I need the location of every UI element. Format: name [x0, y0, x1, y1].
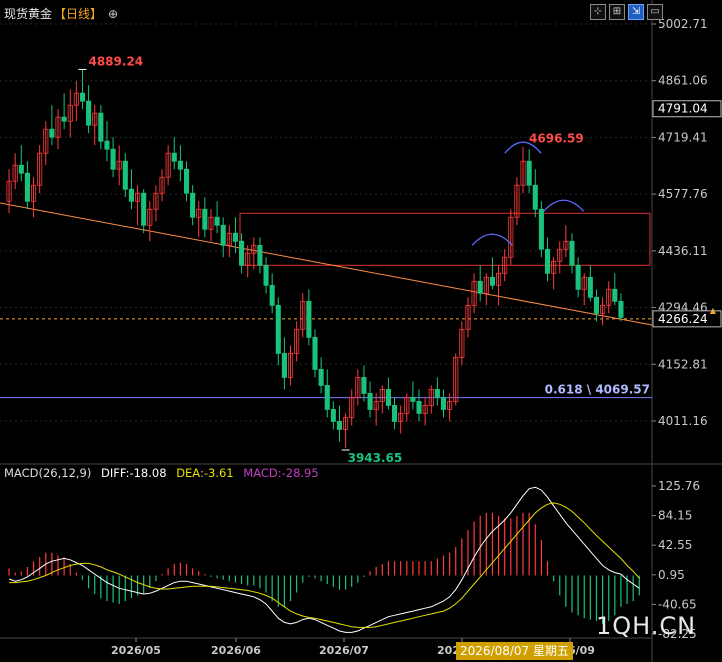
- chart-title-bar: 现货黄金 【日线】 ⊕: [4, 5, 118, 22]
- candle-body: [361, 376, 367, 394]
- macd-dea-value: DEA:-3.61: [176, 466, 234, 480]
- zoom-icon[interactable]: ⊕: [108, 7, 118, 21]
- time-tick-label: 2026/05: [111, 644, 161, 657]
- price-tick-label: 4011.16: [658, 414, 708, 428]
- candle-body: [202, 208, 208, 230]
- low-label: 3943.65: [348, 451, 403, 465]
- period-label[interactable]: 【日线】: [54, 5, 102, 22]
- marker-price-label: 4791.04: [658, 102, 708, 116]
- price-tick-label: 4152.81: [658, 357, 708, 371]
- candle-body: [141, 192, 147, 226]
- last-price-label: 4266.24: [658, 312, 708, 326]
- trendline: [0, 202, 653, 326]
- candle-body: [489, 276, 495, 286]
- macd-diff-value: DIFF:-18.08: [101, 466, 167, 480]
- candle-body: [190, 192, 196, 218]
- candle-body: [306, 300, 312, 338]
- macd-diff-line: [8, 486, 640, 633]
- last-price-arrow: ▲: [710, 306, 717, 315]
- candle-body: [18, 164, 24, 174]
- macd-tick-label: 42.55: [658, 538, 692, 552]
- candle-body: [171, 152, 177, 162]
- high-2-label: 4696.59: [529, 132, 584, 146]
- candle-body: [532, 184, 538, 210]
- price-tick-label: 5002.71: [658, 17, 708, 31]
- candle-body: [79, 92, 86, 102]
- pattern-arc: [471, 233, 513, 246]
- candle-body: [538, 208, 544, 250]
- candle-body: [392, 405, 398, 422]
- candle-body: [257, 244, 263, 266]
- candle-body: [104, 140, 110, 150]
- candle-body: [24, 172, 30, 202]
- macd-dea-line: [9, 502, 640, 628]
- watermark: 1QH.CN: [596, 612, 697, 640]
- macd-params: MACD(26,12,9): [4, 466, 92, 480]
- macd-tick-label: 84.15: [658, 509, 692, 523]
- candle-body: [220, 224, 226, 246]
- candle-body: [269, 284, 275, 306]
- macd-legend: MACD(26,12,9) DIFF:-18.08 DEA:-3.61 MACD…: [4, 466, 325, 480]
- pattern-arc: [543, 199, 585, 212]
- candle-body: [318, 368, 324, 386]
- candle-body: [544, 248, 551, 274]
- chart-toolbar: ⊹ ⊞ ⇲ ▭: [590, 4, 663, 20]
- candle-body: [128, 188, 134, 202]
- price-tick-label: 4861.06: [658, 74, 708, 88]
- grid-icon[interactable]: ⊞: [609, 4, 625, 20]
- fib-level-label: 0.618 \ 4069.57: [545, 383, 650, 397]
- candle-body: [336, 421, 343, 430]
- time-tick-label: 2026/06: [211, 644, 261, 657]
- candle-body: [477, 280, 483, 294]
- candle-body: [239, 240, 245, 266]
- candle-body: [575, 264, 581, 290]
- price-tick-label: 4436.11: [658, 244, 708, 258]
- candle-body: [612, 288, 618, 302]
- candle-body: [183, 168, 190, 194]
- high-label: 4889.24: [88, 54, 143, 68]
- candle-body: [232, 232, 238, 242]
- candle-body: [214, 216, 220, 226]
- candle-body: [385, 389, 391, 406]
- candle-body: [281, 352, 287, 378]
- symbol-name: 现货黄金: [4, 7, 53, 21]
- crosshair-icon[interactable]: ⊹: [590, 4, 606, 20]
- price-tick-label: 4577.76: [658, 187, 708, 201]
- cursor-date-label: 2026/08/07 星期五: [456, 642, 573, 660]
- candle-body: [263, 264, 269, 286]
- candle-body: [177, 160, 183, 170]
- chart-canvas[interactable]: 5002.714861.064719.414577.764436.114294.…: [0, 0, 722, 662]
- candle-body: [416, 401, 422, 414]
- candle-body: [86, 100, 92, 126]
- candle-body: [618, 300, 624, 318]
- candle-body: [434, 389, 440, 398]
- candle-body: [569, 240, 575, 266]
- candle-body: [61, 116, 67, 122]
- candle-body: [593, 296, 600, 314]
- macd-tick-label: 125.76: [658, 479, 700, 493]
- macd-tick-label: -40.65: [658, 597, 697, 611]
- candle-body: [275, 304, 281, 354]
- candle-body: [440, 397, 447, 410]
- time-tick-label: 2026/07: [319, 644, 369, 657]
- macd-tick-label: 0.95: [658, 568, 685, 582]
- candle-body: [367, 393, 373, 410]
- expand-icon[interactable]: ⇲: [628, 4, 644, 20]
- candle-body: [49, 128, 55, 138]
- window-icon[interactable]: ▭: [647, 4, 663, 20]
- candle-body: [587, 276, 593, 298]
- price-tick-label: 4719.41: [658, 130, 708, 144]
- candle-body: [312, 336, 318, 370]
- macd-macd-value: MACD:-28.95: [243, 466, 319, 480]
- candle-body: [330, 409, 336, 422]
- candle-body: [324, 385, 330, 410]
- candle-body: [122, 160, 128, 190]
- candle-body: [526, 160, 532, 186]
- candle-body: [110, 148, 116, 170]
- candle-body: [410, 397, 416, 402]
- candle-body: [98, 112, 104, 142]
- consolidation-box: [239, 212, 651, 266]
